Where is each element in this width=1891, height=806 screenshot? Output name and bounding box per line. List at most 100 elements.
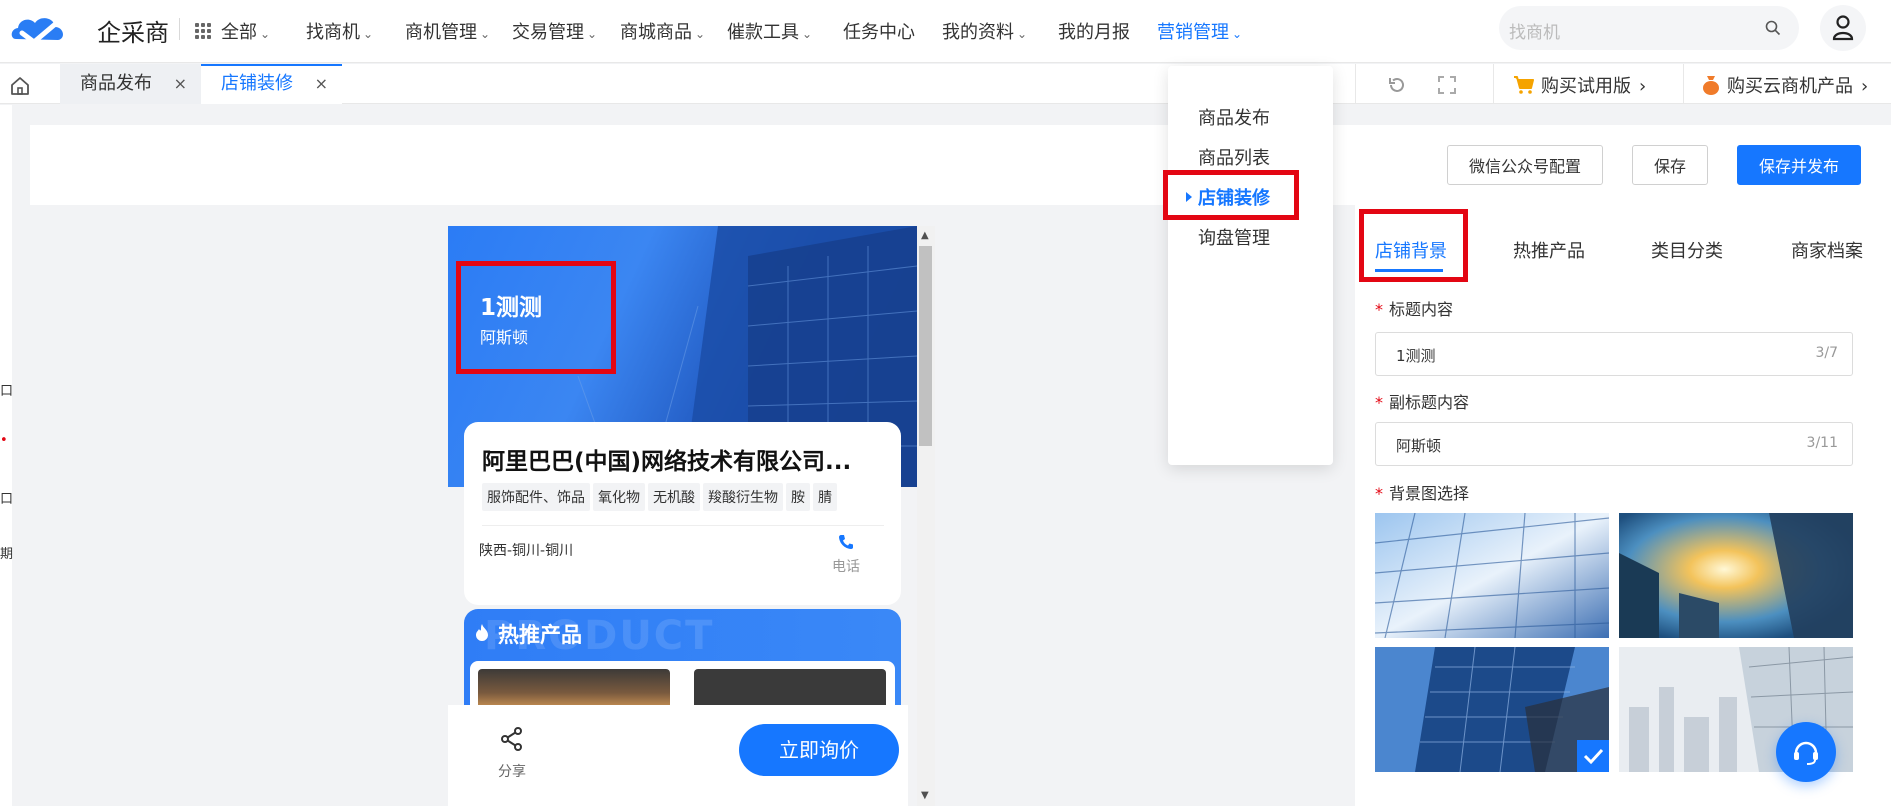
tab-bar: 商品发布 × 店铺装修 × 购买试用版 › 购买云商机产品 › [0,64,1891,104]
category-tag: 无机酸 [648,483,700,511]
nav-my-profile[interactable]: 我的资料 ⌄ [942,18,1027,44]
subtitle-input[interactable]: 阿斯顿 3/11 [1375,422,1853,466]
share-label: 分享 [498,764,526,780]
company-card: 阿里巴巴(中国)网络技术有限公司... 服饰配件、饰品 氧化物 无机酸 羧酸衍生物胺腈… [464,422,901,605]
hot-products-title: 热推产品 [498,623,582,647]
company-location: 陕西-铜川-铜川 [479,543,574,559]
company-name: 阿里巴巴(中国)网络技术有限公司... [482,449,852,475]
close-icon[interactable]: × [315,66,328,102]
inquiry-button[interactable]: 立即询价 [739,724,899,776]
marketing-dropdown-menu: 商品发布 商品列表 店铺装修 询盘管理 [1163,66,1333,465]
shop-preview: 1测测 阿斯顿 阿里巴巴(中国)网络技术有限公司... 服饰配件、饰品 氧化物 无机… [448,226,917,806]
buy-cloud-link[interactable]: 购买云商机产品 › [1701,72,1868,98]
left-sidebar-edge: 口 • 口 期 [0,105,13,806]
category-tag: 腈 [813,483,837,511]
tab-category[interactable]: 类目分类 [1651,237,1723,263]
chevron-down-icon: ⌄ [1017,27,1028,41]
user-avatar[interactable] [1820,5,1866,51]
chevron-down-icon: ⌄ [480,27,491,41]
category-tags: 服饰配件、饰品 氧化物 无机酸 羧酸衍生物胺腈 [482,483,884,511]
share-button[interactable]: 分享 [498,725,526,781]
toolbar-separator [1683,64,1684,104]
nav-all[interactable]: 全部 ⌄ [221,18,270,44]
call-button[interactable]: 电话 [826,534,866,576]
sidebar-item-fragment[interactable]: 口 [0,380,13,399]
sidebar-item-fragment[interactable]: 期 [0,543,13,562]
menu-item-product-publish[interactable]: 商品发布 [1198,104,1270,130]
search-box[interactable]: 找商机 [1499,6,1799,50]
nav-monthly-report[interactable]: 我的月报 [1058,18,1130,44]
nav-find-opportunities[interactable]: 找商机 ⌄ [306,18,373,44]
title-field-label: * 标题内容 [1375,300,1454,319]
sidebar-item-fragment[interactable]: 口 [0,488,13,507]
highlight-box [1359,209,1468,282]
nav-collection-tools[interactable]: 催款工具 ⌄ [727,18,812,44]
search-icon[interactable] [1765,20,1781,36]
nav-mall-products[interactable]: 商城商品 ⌄ [620,18,705,44]
tab-hot-products[interactable]: 热推产品 [1513,237,1585,263]
brand-name[interactable]: 企采商 [97,13,169,48]
toolbar-separator [1493,64,1494,104]
phone-label: 电话 [832,559,860,575]
settings-panel: 店铺背景 热推产品 类目分类 商家档案 * 标题内容 1测测 3/7 * 副标题内容… [1355,205,1891,806]
cart-icon [1514,76,1534,94]
chevron-down-icon: ⌄ [260,27,271,41]
nav-opportunity-management[interactable]: 商机管理 ⌄ [405,18,490,44]
user-icon [1832,15,1854,41]
check-icon [1583,748,1604,765]
divider [482,525,884,526]
preview-scrollbar[interactable]: ▲ ▼ [917,226,935,806]
chevron-down-icon: ⌄ [802,27,813,41]
flame-icon [476,624,488,641]
phone-icon [839,535,853,549]
background-option[interactable] [1619,513,1853,638]
nav-task-center[interactable]: 任务中心 [843,18,915,44]
buy-trial-link[interactable]: 购买试用版 › [1513,72,1646,98]
menu-item-product-list[interactable]: 商品列表 [1198,144,1270,170]
share-icon [501,727,522,751]
chevron-down-icon: ⌄ [363,27,374,41]
nav-trade-management[interactable]: 交易管理 ⌄ [512,18,597,44]
chevron-right-icon: › [1861,76,1869,97]
menu-item-inquiry-management[interactable]: 询盘管理 [1198,224,1270,250]
nav-separator [179,18,180,40]
highlight-box [1163,170,1299,220]
toolbar-separator [1355,64,1356,104]
search-placeholder: 找商机 [1509,23,1560,43]
logo-icon[interactable] [8,9,73,49]
scroll-down-arrow-icon[interactable]: ▼ [921,790,929,801]
money-bag-icon [1703,76,1719,95]
headset-icon [1794,741,1818,765]
selected-check [1577,740,1609,772]
background-option-selected[interactable] [1375,647,1609,772]
tab-merchant-profile[interactable]: 商家档案 [1791,237,1863,263]
char-counter: 3/11 [1806,435,1838,451]
save-and-publish-button[interactable]: 保存并发布 [1737,145,1861,185]
background-field-label: * 背景图选择 [1375,484,1470,503]
fullscreen-icon[interactable] [1437,75,1457,95]
customer-service-button[interactable] [1776,722,1836,782]
chevron-down-icon: ⌄ [587,27,598,41]
scroll-thumb[interactable] [919,246,932,446]
category-tag: 胺 [786,483,810,511]
highlight-box [456,261,616,374]
chevron-down-icon: ⌄ [1232,27,1243,41]
background-option[interactable] [1375,513,1609,638]
title-input[interactable]: 1测测 3/7 [1375,332,1853,376]
save-button[interactable]: 保存 [1632,145,1708,185]
char-counter: 3/7 [1815,345,1838,361]
scroll-up-arrow-icon[interactable]: ▲ [921,230,929,241]
tab-product-publish[interactable]: 商品发布 × [60,64,201,104]
top-navigation: 企采商 全部 ⌄ 找商机 ⌄ 商机管理 ⌄ 交易管理 ⌄ 商城商品 ⌄ 催款工具 ⌄ 任务中… [0,0,1891,63]
apps-grid-icon[interactable] [195,23,211,39]
nav-marketing-management[interactable]: 营销管理 ⌄ [1157,18,1242,44]
chevron-right-icon: › [1639,76,1647,97]
tab-shop-decoration[interactable]: 店铺装修 × [201,64,342,104]
sidebar-item-fragment[interactable]: • [0,433,8,448]
close-icon[interactable]: × [174,64,187,104]
refresh-icon[interactable] [1387,75,1407,95]
subtitle-field-label: * 副标题内容 [1375,393,1470,412]
home-tab[interactable] [0,64,40,104]
category-tag: 氧化物 [593,483,645,511]
wechat-config-button[interactable]: 微信公众号配置 [1447,145,1603,185]
